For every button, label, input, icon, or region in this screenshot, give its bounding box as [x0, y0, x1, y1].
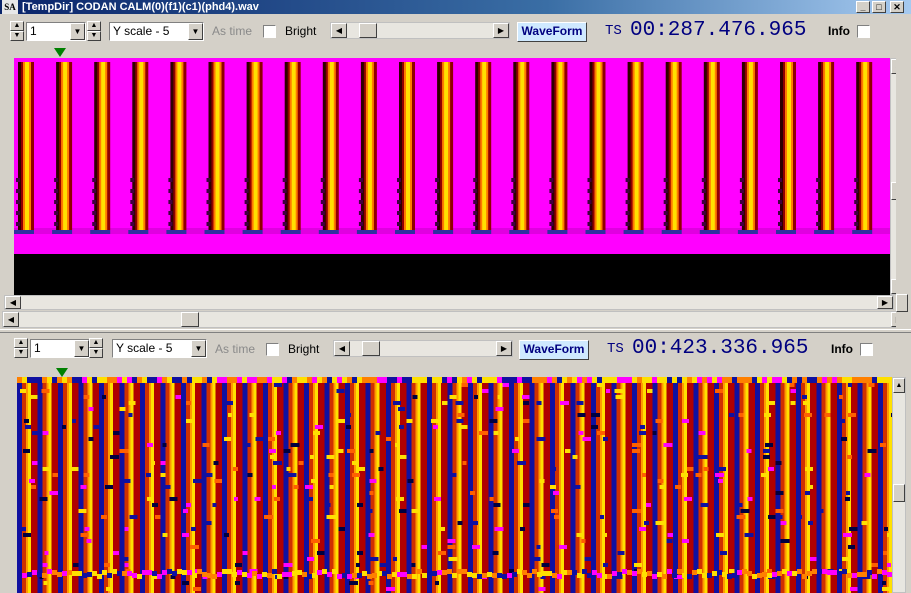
panel-1-waveform-button[interactable]: WaveForm: [517, 22, 587, 42]
window-title: [TempDir] CODAN CALM(0)(f1)(c1)(phd4).wa…: [22, 1, 259, 13]
arrow-left-icon[interactable]: ◀: [331, 23, 347, 38]
panel-2-spectrogram[interactable]: [17, 377, 892, 593]
maximize-icon: □: [876, 2, 882, 12]
outer-vscroll-track[interactable]: [896, 14, 910, 329]
panel-1-info-checkbox[interactable]: [857, 25, 870, 38]
panel-2-waveform-button[interactable]: WaveForm: [519, 340, 589, 360]
panel-2-astime-label: As time: [215, 342, 256, 356]
outer-vscroll-thumb[interactable]: [896, 294, 908, 312]
panel-2-info-checkbox[interactable]: [860, 343, 873, 356]
panel-1-bright-label: Bright: [285, 24, 317, 38]
arrow-left-icon[interactable]: ◀: [5, 296, 21, 309]
panel-1-bright-slider[interactable]: ◀ ▶: [330, 22, 510, 39]
panel-2-timestamp: 00:423.336.965: [632, 337, 809, 360]
triangle-down-icon[interactable]: [54, 48, 66, 57]
panel-1-outer-hscroll-thumb[interactable]: [181, 312, 199, 327]
panel-2-bright-thumb[interactable]: [362, 341, 380, 356]
chevron-down-icon[interactable]: ▼: [74, 340, 89, 357]
panel-1-ts-prefix: TS: [605, 23, 622, 39]
chevron-down-icon[interactable]: ▼: [191, 340, 206, 357]
panel-2-astime-checkbox[interactable]: [266, 343, 279, 356]
panel-1-spectrogram[interactable]: [14, 58, 890, 295]
spin-up-icon[interactable]: ▲: [10, 21, 24, 31]
panel-2-spectrogram-image: [17, 377, 892, 593]
panel-1-astime-checkbox[interactable]: [263, 25, 276, 38]
spin-up-icon[interactable]: ▲: [89, 338, 103, 348]
spin-up-icon[interactable]: ▲: [14, 338, 28, 348]
arrow-left-icon[interactable]: ◀: [334, 341, 350, 356]
chevron-down-icon[interactable]: ▼: [188, 23, 203, 40]
panel-1-inner-hscroll[interactable]: ◀ ▶: [4, 295, 894, 310]
panel-1-outer-hscroll[interactable]: ◀ ▶: [2, 311, 908, 328]
spin-down-icon[interactable]: ▼: [87, 31, 101, 41]
panel-2-channel-select[interactable]: 1 ▼: [30, 339, 90, 358]
panel-1-timestamp: 00:287.476.965: [630, 19, 807, 42]
panel-1-astime-label: As time: [212, 24, 253, 38]
panel-1-info-label: Info: [828, 24, 850, 38]
chevron-down-icon[interactable]: ▼: [70, 23, 85, 40]
arrow-right-icon[interactable]: ▶: [496, 341, 512, 356]
arrow-left-icon[interactable]: ◀: [3, 312, 19, 327]
panel-1-spin-left[interactable]: ▲ ▼: [10, 21, 24, 41]
panel-1-spin-right[interactable]: ▲ ▼: [87, 21, 101, 41]
spin-down-icon[interactable]: ▼: [89, 348, 103, 358]
panel-1-channel-select[interactable]: 1 ▼: [26, 22, 86, 41]
title-bar: SA [TempDir] CODAN CALM(0)(f1)(c1)(phd4)…: [0, 0, 911, 14]
panel-1-toolbar: ▲ ▼ 1 ▼ ▲ ▼ Y scale - 5 ▼ As time Bright…: [0, 18, 911, 46]
panel-1-spectrogram-image: [14, 58, 890, 295]
panel-2-spin-right[interactable]: ▲ ▼: [89, 338, 103, 358]
spin-down-icon[interactable]: ▼: [10, 31, 24, 41]
minimize-button[interactable]: _: [856, 1, 870, 13]
arrow-right-icon[interactable]: ▶: [877, 296, 893, 309]
panel-2-bright-label: Bright: [288, 342, 320, 356]
panel-2-info-label: Info: [831, 342, 853, 356]
panel-2-spin-left[interactable]: ▲ ▼: [14, 338, 28, 358]
arrow-right-icon[interactable]: ▶: [493, 23, 509, 38]
app-icon: SA: [2, 0, 18, 14]
close-button[interactable]: ✕: [890, 1, 904, 13]
maximize-button[interactable]: □: [872, 1, 886, 13]
minimize-icon: _: [860, 2, 866, 12]
triangle-down-icon[interactable]: [56, 368, 68, 377]
panel-2-toolbar: ▲ ▼ 1 ▼ ▲ ▼ Y scale - 5 ▼ As time Bright…: [0, 335, 911, 363]
panel-2-yscale-select[interactable]: Y scale - 5 ▼: [112, 339, 207, 358]
panel-2-vscroll[interactable]: ▲: [892, 377, 906, 593]
panel-2-bright-slider[interactable]: ◀ ▶: [333, 340, 513, 357]
close-icon: ✕: [893, 2, 901, 12]
panel-1-yscale-select[interactable]: Y scale - 5 ▼: [109, 22, 204, 41]
panel-splitter[interactable]: [0, 329, 911, 333]
panel-2-ts-prefix: TS: [607, 341, 624, 357]
panel-2-vscroll-thumb[interactable]: [893, 484, 905, 502]
spin-down-icon[interactable]: ▼: [14, 348, 28, 358]
panel-1-bright-thumb[interactable]: [359, 23, 377, 38]
arrow-up-icon[interactable]: ▲: [893, 378, 905, 393]
spin-up-icon[interactable]: ▲: [87, 21, 101, 31]
